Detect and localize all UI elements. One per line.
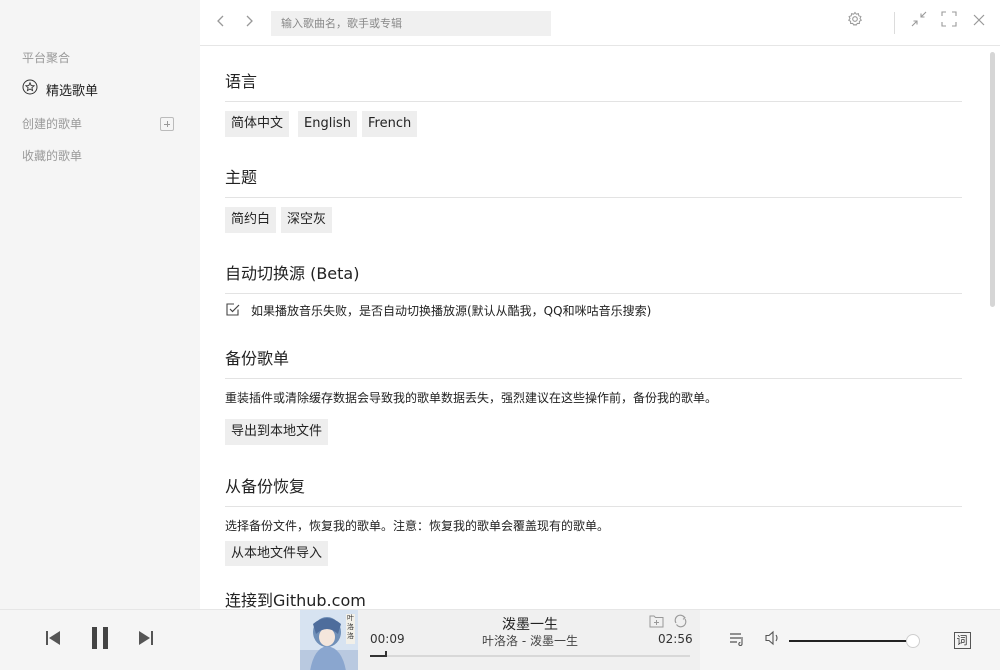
next-button[interactable]: [137, 630, 155, 650]
section-title-language: 语言: [225, 68, 962, 102]
pause-button[interactable]: [88, 626, 112, 654]
repeat-icon: [673, 613, 688, 632]
fullscreen-icon: [941, 11, 957, 31]
sidebar-heading-collected[interactable]: 收藏的歌单: [22, 147, 82, 164]
theme-option-gray[interactable]: 深空灰: [281, 207, 333, 233]
auto-switch-label: 如果播放音乐失败，是否自动切换播放源(默认从酷我，QQ和咪咕音乐搜索): [251, 304, 652, 318]
forward-button[interactable]: [240, 12, 258, 32]
playlist-button[interactable]: [728, 631, 746, 649]
close-icon: [972, 12, 986, 31]
backup-description: 重装插件或清除缓存数据会导致我的歌单数据丢失，强烈建议在这些操作前，备份我的歌单…: [225, 391, 718, 405]
minimize-button[interactable]: [910, 11, 928, 31]
chevron-right-icon: [244, 13, 254, 32]
language-option-en[interactable]: English: [298, 111, 357, 137]
settings-button[interactable]: [846, 11, 864, 31]
language-option-fr[interactable]: French: [362, 111, 418, 137]
sidebar-heading-platform: 平台聚合: [22, 51, 71, 65]
close-button[interactable]: [970, 12, 988, 30]
section-title-github: 连接到Github.com: [225, 587, 962, 609]
current-time: 00:09: [370, 632, 405, 646]
duration: 02:56: [658, 632, 693, 646]
star-icon: [22, 79, 38, 99]
chevron-left-icon: [216, 13, 226, 32]
app-window: 平台聚合 精选歌单 创建的歌单 收藏的歌单 输入歌曲名，歌手或专辑 语言 简体中…: [0, 0, 1000, 670]
section-title-restore: 从备份恢复: [225, 473, 962, 507]
sidebar-item-label: 精选歌单: [46, 83, 99, 99]
volume-icon: [764, 630, 782, 650]
skip-previous-icon: [45, 630, 61, 650]
pause-icon: [91, 626, 109, 654]
repeat-mode-button[interactable]: [672, 614, 688, 630]
previous-button[interactable]: [44, 630, 62, 650]
checkbox-checked-icon[interactable]: [225, 301, 241, 320]
skip-next-icon: [138, 630, 154, 650]
fullscreen-button[interactable]: [940, 11, 958, 31]
auto-switch-option[interactable]: 如果播放音乐失败，是否自动切换播放源(默认从酷我，QQ和咪咕音乐搜索): [225, 301, 651, 320]
section-title-backup: 备份歌单: [225, 345, 962, 379]
add-to-playlist-button[interactable]: [648, 614, 664, 630]
settings-panel: 语言 简体中文 English French 主题 简约白 深空灰 自动切换源 …: [225, 46, 962, 609]
volume-handle[interactable]: [906, 634, 921, 648]
sidebar-item-featured-playlists[interactable]: 精选歌单: [22, 79, 98, 99]
theme-option-white[interactable]: 简约白: [225, 207, 277, 233]
section-title-auto-switch: 自动切换源 (Beta): [225, 260, 962, 294]
back-button[interactable]: [212, 12, 230, 32]
export-button[interactable]: 导出到本地文件: [225, 419, 329, 445]
lyrics-icon: 词: [953, 631, 971, 649]
gear-icon: [847, 11, 863, 31]
minimize-icon: [911, 11, 927, 31]
section-title-theme: 主题: [225, 164, 962, 198]
topbar-divider: [894, 12, 895, 34]
import-button[interactable]: 从本地文件导入: [225, 541, 329, 566]
sidebar: 平台聚合 精选歌单 创建的歌单 收藏的歌单: [0, 0, 200, 609]
topbar: [200, 0, 1000, 46]
queue-list-icon: [729, 631, 745, 650]
sidebar-heading-created: 创建的歌单: [22, 117, 83, 131]
scrollbar-thumb[interactable]: [990, 52, 995, 307]
player-bar: 叶洛洛 泼墨一生 叶洛洛 - 泼墨一生 00:09 02:56 词: [0, 609, 1000, 670]
progress-handle[interactable]: [385, 651, 387, 657]
now-playing: 叶洛洛 泼墨一生 叶洛洛 - 泼墨一生 00:09 02:56: [300, 610, 700, 670]
volume-fill: [789, 640, 914, 642]
mute-button[interactable]: [764, 630, 782, 650]
song-title: 泼墨一生: [502, 617, 558, 633]
language-option-zh[interactable]: 简体中文: [225, 111, 290, 137]
add-playlist-icon[interactable]: [160, 116, 174, 131]
restore-description: 选择备份文件，恢复我的歌单。注意：恢复我的歌单会覆盖现有的歌单。: [225, 519, 610, 533]
add-folder-icon: [649, 613, 664, 632]
created-playlists-row: 创建的歌单: [22, 115, 174, 132]
lyrics-button[interactable]: 词: [952, 630, 972, 650]
volume-slider[interactable]: [789, 634, 921, 648]
progress-bar[interactable]: [370, 651, 690, 657]
progress-fill: [370, 655, 386, 657]
search-input[interactable]: [271, 11, 551, 36]
